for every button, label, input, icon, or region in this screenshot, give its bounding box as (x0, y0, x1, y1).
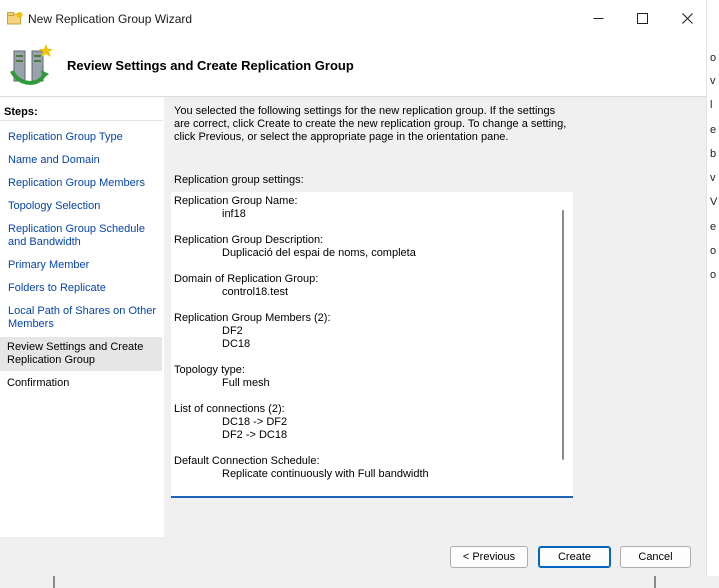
setting-label: Default Connection Schedule: (174, 455, 320, 467)
minimize-button[interactable] (575, 3, 621, 34)
step-link-replication-group-type[interactable]: Replication Group Type (0, 131, 162, 144)
setting-group-name: Replication Group Name: inf18 (174, 195, 554, 221)
connection-item: DC18 -> DF2 (222, 416, 288, 428)
background-text: o (710, 269, 717, 281)
cancel-button[interactable]: Cancel (620, 546, 691, 568)
setting-label: Domain of Replication Group: (174, 273, 319, 285)
setting-label: Topology type: (174, 364, 245, 376)
steps-pane: Steps: Replication Group Type Name and D… (0, 97, 163, 537)
background-text: e (710, 124, 717, 136)
background-window-edge: o v l e b v V e o o (706, 0, 719, 588)
title-bar[interactable]: New Replication Group Wizard (0, 3, 706, 35)
scrollbar-thumb[interactable] (562, 210, 564, 460)
divider (654, 576, 656, 588)
replication-group-wizard-icon (10, 44, 53, 85)
step-link-name-and-domain[interactable]: Name and Domain (0, 154, 162, 167)
intro-text: You selected the following settings for … (174, 105, 567, 143)
wizard-content: Steps: Replication Group Type Name and D… (0, 97, 706, 537)
page-heading: Review Settings and Create Replication G… (67, 58, 354, 73)
setting-value: Full mesh (222, 377, 270, 389)
steps-heading: Steps: (4, 106, 38, 118)
maximize-button[interactable] (619, 3, 665, 34)
setting-value: Replicate continuously with Full bandwid… (222, 468, 429, 480)
setting-label: List of connections (2): (174, 403, 285, 415)
folder-replication-icon (7, 12, 23, 25)
background-text: o (710, 52, 717, 64)
setting-schedule: Default Connection Schedule: Replicate c… (174, 455, 554, 481)
step-link-folders-to-replicate[interactable]: Folders to Replicate (0, 282, 162, 295)
close-icon (681, 13, 693, 24)
setting-value: Duplicació del espai de noms, completa (222, 247, 416, 259)
background-window-bottom (0, 576, 719, 588)
step-current-review-settings: Review Settings and Create Replication G… (0, 337, 162, 371)
maximize-icon (636, 13, 648, 24)
window-title: New Replication Group Wizard (28, 12, 193, 26)
step-link-replication-group-members[interactable]: Replication Group Members (0, 177, 162, 190)
setting-label: Replication Group Name: (174, 195, 298, 207)
step-confirmation: Confirmation (7, 377, 70, 389)
member-item: DF2 (222, 325, 243, 337)
setting-label: Replication Group Description: (174, 234, 324, 246)
step-link-local-path-of-shares[interactable]: Local Path of Shares on Other Members (0, 305, 162, 331)
setting-group-domain: Domain of Replication Group: control18.t… (174, 273, 554, 299)
wizard-footer: < Previous Create Cancel (0, 537, 706, 576)
minimize-icon (593, 18, 603, 19)
setting-group-members: Replication Group Members (2): DF2 DC18 (174, 312, 554, 351)
step-link-schedule-and-bandwidth[interactable]: Replication Group Schedule and Bandwidth (0, 223, 162, 249)
background-text: V (710, 196, 718, 208)
previous-button[interactable]: < Previous (450, 546, 528, 568)
wizard-window: New Replication Group Wizard Review Sett… (0, 3, 706, 576)
setting-value: inf18 (222, 208, 246, 220)
member-item: DC18 (222, 338, 251, 350)
review-pane: You selected the following settings for … (164, 97, 706, 537)
background-text: o (710, 245, 717, 257)
step-link-primary-member[interactable]: Primary Member (0, 259, 162, 272)
setting-group-description: Replication Group Description: Duplicaci… (174, 234, 554, 260)
close-window-button[interactable] (664, 3, 710, 34)
setting-topology: Topology type: Full mesh (174, 364, 554, 390)
setting-connections: List of connections (2): DC18 -> DF2 DF2… (174, 403, 554, 442)
setting-value: control18.test (222, 286, 289, 298)
setting-label: Replication Group Members (2): (174, 312, 331, 324)
background-text: v (710, 75, 716, 87)
background-text: b (710, 148, 717, 160)
wizard-header: Review Settings and Create Replication G… (0, 35, 706, 96)
settings-label: Replication group settings: (174, 174, 304, 186)
create-button[interactable]: Create (538, 546, 611, 568)
connection-item: DF2 -> DC18 (222, 429, 288, 441)
background-text: v (710, 172, 716, 184)
divider (53, 576, 55, 588)
settings-summary-box[interactable]: Replication Group Name: inf18 Replicatio… (171, 192, 573, 498)
background-text: l (710, 99, 713, 111)
step-link-topology-selection[interactable]: Topology Selection (0, 200, 162, 213)
divider (0, 120, 163, 121)
background-text: e (710, 221, 717, 233)
